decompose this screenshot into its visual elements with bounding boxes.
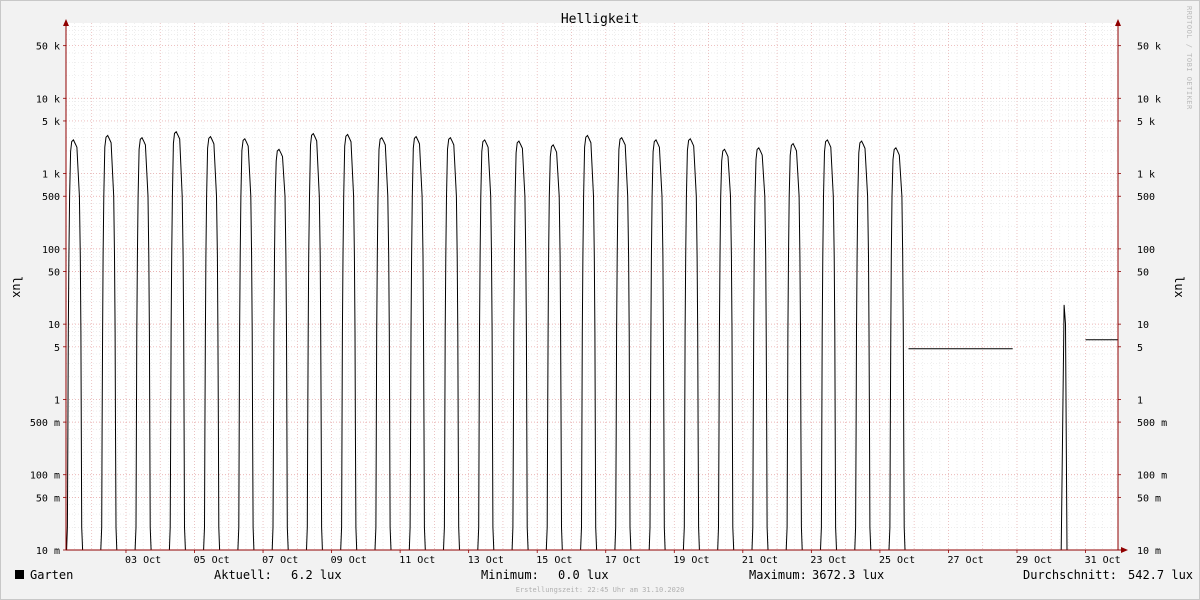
y-tick-label-right: 10 xyxy=(1137,320,1149,331)
legend-swatch-garten xyxy=(15,570,24,579)
chart-title: Helligkeit xyxy=(561,12,639,27)
x-tick-label: 09 Oct xyxy=(331,555,367,566)
y-tick-label-left: 50 k xyxy=(36,42,60,53)
y-axis-label-left: lux xyxy=(10,276,24,298)
brightness-chart: 10 m 10 m 50 m 50 m 100 m 100 m 500 m 500 m 1 1 5 5… xyxy=(10,12,1186,566)
y-tick-label-right: 1 xyxy=(1137,395,1143,406)
x-tick-label: 17 Oct xyxy=(605,555,641,566)
y-tick-label-left: 1 k xyxy=(42,170,60,181)
y-tick-label-right: 100 xyxy=(1137,245,1155,256)
x-tick-label: 13 Oct xyxy=(468,555,504,566)
y-tick-label-left: 10 k xyxy=(36,94,60,105)
x-tick-label: 27 Oct xyxy=(948,555,984,566)
watermark: RRDTOOL / TOBI OETIKER xyxy=(1185,6,1193,110)
x-tick-label: 11 Oct xyxy=(399,555,435,566)
legend-current-value: 6.2 lux xyxy=(291,568,342,582)
x-tick-label: 21 Oct xyxy=(742,555,778,566)
x-tick-label: 05 Oct xyxy=(194,555,230,566)
creation-time-footer: Erstellungszeit: 22:45 Uhr am 31.10.2020 xyxy=(515,586,685,594)
y-tick-label-right: 500 xyxy=(1137,192,1155,203)
legend-series-name: Garten xyxy=(30,568,74,582)
y-tick-label-right: 5 xyxy=(1137,343,1143,354)
legend-max-label: Maximum: xyxy=(749,568,807,582)
x-tick-label: 29 Oct xyxy=(1016,555,1052,566)
y-tick-label-left: 500 m xyxy=(30,418,60,429)
y-tick-label-right: 1 k xyxy=(1137,170,1155,181)
y-tick-label-left: 10 m xyxy=(36,546,60,557)
x-tick-label: 31 Oct xyxy=(1085,555,1121,566)
legend-min-value: 0.0 lux xyxy=(558,568,609,582)
plot-area xyxy=(66,23,1118,550)
legend-avg-label: Durchschnitt: xyxy=(1023,568,1117,582)
y-tick-label-right: 50 m xyxy=(1137,493,1161,504)
x-tick-label: 03 Oct xyxy=(125,555,161,566)
y-tick-label-left: 50 m xyxy=(36,493,60,504)
y-tick-label-left: 50 xyxy=(48,268,60,279)
y-tick-label-right: 50 xyxy=(1137,268,1149,279)
y-axis-label-right: lux xyxy=(1172,276,1186,298)
legend-current-label: Aktuell: xyxy=(214,568,272,582)
y-tick-label-left: 5 k xyxy=(42,117,60,128)
y-tick-label-right: 10 m xyxy=(1137,546,1161,557)
y-axis-arrow-left xyxy=(63,19,69,26)
y-tick-label-right: 10 k xyxy=(1137,94,1161,105)
y-tick-label-left: 500 xyxy=(42,192,60,203)
x-tick-label: 19 Oct xyxy=(673,555,709,566)
y-axis-arrow-right xyxy=(1115,19,1121,26)
y-tick-label-right: 50 k xyxy=(1137,42,1161,53)
x-axis-arrow xyxy=(1121,547,1128,553)
x-tick-label: 23 Oct xyxy=(810,555,846,566)
y-tick-label-left: 10 xyxy=(48,320,60,331)
legend-min-label: Minimum: xyxy=(481,568,539,582)
y-tick-label-left: 1 xyxy=(54,395,60,406)
x-tick-label: 25 Oct xyxy=(879,555,915,566)
legend-avg-value: 542.7 lux xyxy=(1128,568,1194,582)
x-axis-ticks: 03 Oct 05 Oct 07 Oct 09 Oct 11 Oct 13 Oct 15 O… xyxy=(125,550,1121,566)
legend-max-value: 3672.3 lux xyxy=(812,568,885,582)
y-tick-label-right: 100 m xyxy=(1137,471,1167,482)
y-tick-label-right: 5 k xyxy=(1137,117,1155,128)
y-tick-label-left: 100 m xyxy=(30,471,60,482)
y-tick-label-right: 500 m xyxy=(1137,418,1167,429)
y-tick-label-left: 100 xyxy=(42,245,60,256)
x-tick-label: 07 Oct xyxy=(262,555,298,566)
y-tick-label-left: 5 xyxy=(54,343,60,354)
x-tick-label: 15 Oct xyxy=(536,555,572,566)
